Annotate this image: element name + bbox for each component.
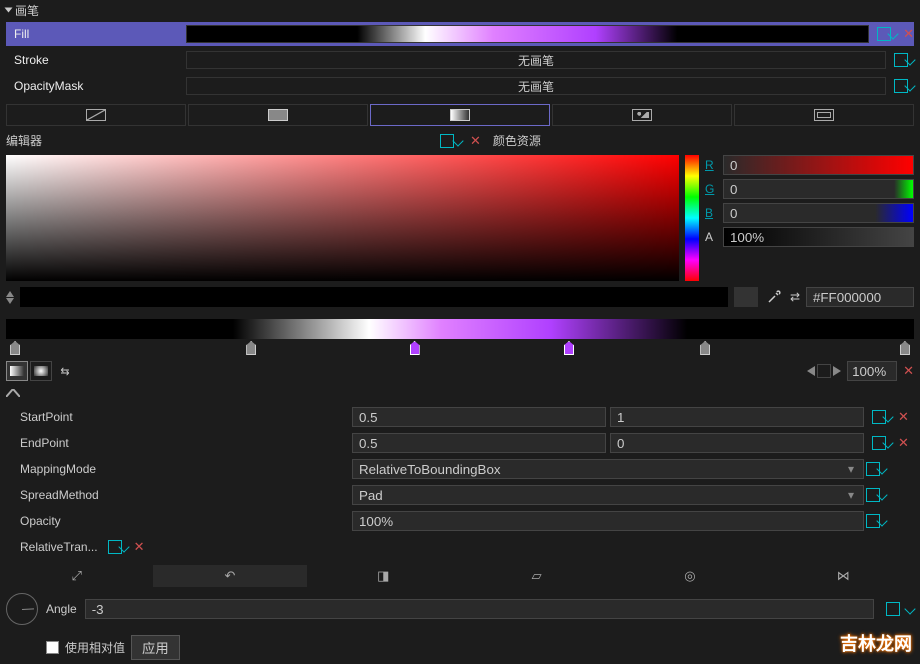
transform-tab-rotate[interactable]: ↶ [153, 565, 306, 587]
prop-mappingmode: MappingMode ▾ [6, 457, 914, 481]
opacitymask-label: OpacityMask [6, 79, 186, 93]
collapse-icon[interactable] [5, 8, 13, 13]
transform-tab-flip[interactable]: ⋈ [767, 565, 920, 587]
mappingmode-label: MappingMode [6, 462, 352, 476]
reverse-stops-icon[interactable]: ⇆ [54, 361, 76, 381]
solid-icon [268, 109, 288, 121]
transform-tab-translate[interactable]: ⤢ [0, 565, 153, 587]
previous-color-swatch[interactable] [734, 287, 758, 307]
spreadmethod-label: SpreadMethod [6, 488, 352, 502]
relativetransform-reset-icon[interactable]: ✕ [134, 539, 145, 555]
startpoint-label: StartPoint [6, 410, 352, 424]
editor-label: 编辑器 [6, 132, 436, 149]
use-relative-label: 使用相对值 [65, 639, 125, 656]
r-label[interactable]: R [705, 158, 719, 172]
color-resources-label[interactable]: 颜色资源 [493, 132, 541, 149]
saturation-value-picker[interactable] [6, 155, 679, 281]
opacitymask-preview[interactable]: 无画笔 [186, 77, 886, 95]
brush-row-fill[interactable]: Fill ✕ [6, 22, 914, 46]
b-label[interactable]: B [705, 206, 719, 220]
use-relative-checkbox[interactable] [46, 641, 59, 654]
current-color-swatch[interactable] [20, 287, 728, 307]
prop-spreadmethod: SpreadMethod ▾ [6, 483, 914, 507]
endpoint-x-input[interactable] [352, 433, 606, 453]
radial-gradient-button[interactable] [30, 361, 52, 381]
gradient-stops-track[interactable] [6, 341, 914, 359]
tab-solid[interactable] [188, 104, 368, 126]
brush-row-stroke[interactable]: Stroke 无画笔 [6, 48, 914, 72]
mappingmode-select[interactable] [352, 459, 864, 479]
tab-visual[interactable] [734, 104, 914, 126]
fill-preview[interactable] [186, 25, 869, 43]
prop-endpoint: EndPoint ✕ [6, 431, 914, 455]
transform-tab-center[interactable]: ◎ [613, 565, 766, 587]
hex-input[interactable] [806, 287, 914, 307]
eyedropper-icon[interactable] [764, 287, 784, 307]
prop-opacity: Opacity ▾ [6, 509, 914, 533]
a-input[interactable] [723, 227, 914, 247]
gradient-stop[interactable] [410, 341, 420, 355]
tab-image[interactable] [552, 104, 732, 126]
r-input[interactable] [723, 155, 914, 175]
panel-title: 画笔 [15, 2, 39, 19]
startpoint-x-input[interactable] [352, 407, 606, 427]
angle-dial[interactable] [6, 593, 38, 625]
gradient-stop[interactable] [700, 341, 710, 355]
offset-next-icon[interactable] [833, 366, 841, 376]
prop-startpoint: StartPoint ✕ [6, 405, 914, 429]
endpoint-label: EndPoint [6, 436, 352, 450]
angle-marker-icon[interactable] [886, 602, 900, 616]
transform-tab-scale[interactable]: ◨ [307, 565, 460, 587]
tab-gradient[interactable] [370, 104, 550, 126]
angle-input[interactable] [85, 599, 874, 619]
offset-marker-icon[interactable] [817, 364, 831, 378]
linear-gradient-button[interactable] [6, 361, 28, 381]
prop-relativetransform: RelativeTran... ✕ [6, 535, 914, 559]
visual-icon [814, 109, 834, 121]
apply-button[interactable]: 应用 [131, 635, 180, 660]
expand-chevron-icon[interactable] [0, 383, 920, 403]
stroke-preview[interactable]: 无画笔 [186, 51, 886, 69]
angle-label: Angle [46, 602, 77, 616]
brush-row-opacitymask[interactable]: OpacityMask 无画笔 [6, 74, 914, 98]
image-icon [632, 109, 652, 121]
gradient-stop[interactable] [564, 341, 574, 355]
fill-label: Fill [6, 27, 186, 41]
no-brush-icon [86, 109, 106, 121]
watermark: 吉林龙网 [840, 630, 912, 656]
spreadmethod-select[interactable] [352, 485, 864, 505]
relativetransform-label: RelativeTran... [6, 540, 104, 554]
fill-reset-icon[interactable]: ✕ [903, 26, 914, 42]
gradient-stop[interactable] [900, 341, 910, 355]
tab-no-brush[interactable] [6, 104, 186, 126]
editor-reset-icon[interactable]: ✕ [470, 133, 481, 149]
stroke-label: Stroke [6, 53, 186, 67]
transform-tab-skew[interactable]: ▱ [460, 565, 613, 587]
angle-dropdown-icon[interactable] [904, 603, 915, 614]
gradient-stop[interactable] [10, 341, 20, 355]
gradient-icon [450, 109, 470, 121]
editor-dropdown-icon[interactable] [452, 135, 463, 146]
startpoint-y-input[interactable] [610, 407, 864, 427]
offset-reset-icon[interactable]: ✕ [903, 363, 914, 379]
prev-down-icon[interactable] [6, 298, 14, 304]
hex-swap-icon[interactable]: ⇄ [790, 290, 800, 304]
endpoint-reset-icon[interactable]: ✕ [898, 435, 909, 451]
gradient-preview-strip[interactable] [6, 319, 914, 339]
endpoint-y-input[interactable] [610, 433, 864, 453]
b-input[interactable] [723, 203, 914, 223]
hue-slider[interactable] [685, 155, 699, 281]
g-label[interactable]: G [705, 182, 719, 196]
opacity-label: Opacity [6, 514, 352, 528]
g-input[interactable] [723, 179, 914, 199]
offset-prev-icon[interactable] [807, 366, 815, 376]
opacity-input[interactable] [352, 511, 864, 531]
gradient-stop[interactable] [246, 341, 256, 355]
a-label: A [705, 230, 719, 244]
prev-up-icon[interactable] [6, 291, 14, 297]
offset-input[interactable] [847, 361, 897, 381]
startpoint-reset-icon[interactable]: ✕ [898, 409, 909, 425]
